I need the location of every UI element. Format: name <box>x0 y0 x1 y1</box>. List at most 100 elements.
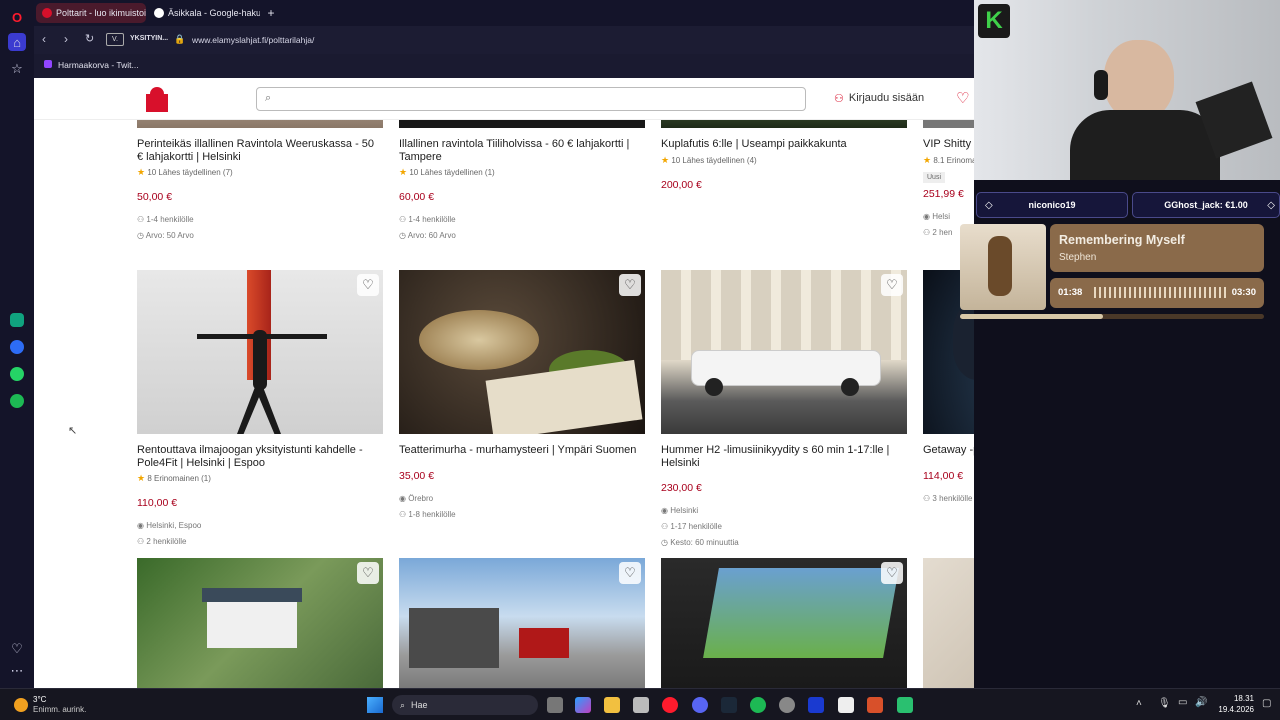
notification-icon[interactable]: ▢ <box>1262 698 1271 709</box>
search-input[interactable]: ⌕ <box>256 87 806 111</box>
product-rating: ★ 10 Lähes täydellinen (1) <box>399 167 495 177</box>
product-title[interactable]: Getaway -pakohuone kolmelle | Tampere <box>923 444 974 457</box>
mouse-cursor-icon: ↖ <box>68 425 78 437</box>
album-art <box>960 224 1046 310</box>
tab-google[interactable]: Äsikkala - Google-haku <box>148 3 260 23</box>
tab-label: Polttarit - luo ikimuistoin <box>56 8 146 18</box>
explorer-icon[interactable] <box>604 697 620 713</box>
product-card[interactable]: ♡ Rentouttava ilmajoogan yksityistunti k… <box>137 270 383 550</box>
start-icon[interactable] <box>367 697 383 713</box>
opera-logo-icon[interactable]: O <box>8 8 26 26</box>
clock-time[interactable]: 18.31 <box>1224 694 1254 703</box>
favorite-button[interactable]: ♡ <box>881 274 903 296</box>
persons-icon: ⚇ 1-4 henkilölle <box>137 215 194 224</box>
messenger-icon[interactable] <box>10 340 24 354</box>
reload-icon[interactable]: ↻ <box>85 32 94 45</box>
kick-logo-icon: K <box>978 4 1010 38</box>
tab-favicon-icon <box>42 8 52 18</box>
steam-icon[interactable] <box>721 697 737 713</box>
song-info: Remembering Myself Stephen <box>1050 224 1264 272</box>
weather-icon <box>14 698 28 712</box>
app-icon[interactable] <box>897 697 913 713</box>
product-meta: ◉ Helsinki ⚇ 1-17 henkilölle ◷ Kesto: 60… <box>661 506 739 547</box>
product-title[interactable]: Illallinen ravintola Tiiliholvissa - 60 … <box>399 138 645 163</box>
product-card[interactable]: ♡ <box>661 558 907 688</box>
taskbar-search[interactable]: ⌕ Hae <box>392 695 538 715</box>
time-elapsed: 01:38 <box>1058 287 1083 298</box>
waveform <box>1094 287 1229 298</box>
time-total: 03:30 <box>1231 287 1256 298</box>
tray-chevron-icon[interactable]: ˄ <box>1136 698 1142 709</box>
twitch-icon <box>44 60 52 68</box>
clock-date[interactable]: 19.4.2026 <box>1214 705 1254 714</box>
favorite-button[interactable]: ♡ <box>357 562 379 584</box>
network-icon[interactable]: ▭ <box>1178 697 1187 708</box>
product-title[interactable]: Perinteikäs illallinen Ravintola Weerusk… <box>137 138 383 163</box>
copilot-icon[interactable] <box>575 697 591 713</box>
obs-icon[interactable] <box>779 697 795 713</box>
product-image: ♡ <box>137 558 383 688</box>
user-icon: ⚇ <box>834 93 844 105</box>
site-header: ⌕ ⚇ Kirjaudu sisään ♡ <box>34 78 974 120</box>
spotify-icon[interactable] <box>10 394 24 408</box>
product-price: 251,99 € <box>923 187 964 200</box>
whatsapp-icon[interactable] <box>10 367 24 381</box>
heart-icon[interactable]: ♡ <box>8 640 26 658</box>
product-image: ♡ <box>399 558 645 688</box>
forward-icon[interactable]: › <box>64 32 68 46</box>
more-icon[interactable]: ⋯ <box>8 662 26 680</box>
lock-icon: 🔒 <box>174 34 186 44</box>
product-card[interactable]: ♡ <box>923 558 974 688</box>
product-price: 50,00 € <box>137 191 173 203</box>
product-title[interactable]: Kuplafutis 6:lle | Useampi paikkakunta <box>661 138 907 151</box>
spotify-icon[interactable] <box>750 697 766 713</box>
web-page: ⌕ ⚇ Kirjaudu sisään ♡ Perinteikäs illall… <box>34 78 974 688</box>
favorite-button[interactable]: ♡ <box>619 562 641 584</box>
product-card[interactable]: ♡ Teatterimurha - murhamysteeri | Ympäri… <box>399 270 645 523</box>
product-title[interactable]: Rentouttava ilmajoogan yksityistunti kah… <box>137 444 383 469</box>
discord-icon[interactable] <box>692 697 708 713</box>
store-icon[interactable] <box>633 697 649 713</box>
app-icon[interactable] <box>838 697 854 713</box>
favorite-button[interactable]: ♡ <box>357 274 379 296</box>
product-image: ♡ <box>399 270 645 434</box>
new-tab-button[interactable]: + <box>262 3 280 23</box>
tab-polttarit[interactable]: Polttarit - luo ikimuistoin <box>36 3 146 23</box>
product-title[interactable]: VIP Shitty Helsinki <box>923 138 974 151</box>
song-title: Remembering Myself <box>1059 233 1185 247</box>
volume-icon[interactable]: 🔊 <box>1195 697 1207 708</box>
speed-dial-icon[interactable]: ☆ <box>8 60 26 78</box>
product-card[interactable]: ♡ Hummer H2 -limusiinikyydity s 60 min 1… <box>661 270 907 551</box>
app-icon[interactable] <box>808 697 824 713</box>
address-bar-row: ‹ › ↻ V. YKSITYIN... 🔒 www.elamyslahjat.… <box>34 26 980 54</box>
product-title[interactable]: Hummer H2 -limusiinikyydity s 60 min 1-1… <box>661 444 907 469</box>
favorite-button[interactable]: ♡ <box>619 274 641 296</box>
weather-text: Enimm. aurink. <box>33 705 87 714</box>
progress-track <box>960 314 1264 319</box>
vpn-badge[interactable]: V. <box>106 33 124 46</box>
product-title[interactable]: Teatterimurha - murhamysteeri | Ympäri S… <box>399 444 645 457</box>
taskview-icon[interactable] <box>547 697 563 713</box>
product-price: 200,00 € <box>661 178 702 191</box>
wishlist-icon[interactable]: ♡ <box>956 89 969 107</box>
chat-pill: GGhost_jack: €1.00 ◇ <box>1132 192 1280 218</box>
product-card[interactable]: ♡ <box>399 558 645 688</box>
favorite-button[interactable]: ♡ <box>881 562 903 584</box>
opera-icon[interactable] <box>662 697 678 713</box>
product-price: 60,00 € <box>399 191 435 203</box>
product-rating: ★ 10 Lähes täydellinen (4) <box>661 154 757 165</box>
url-field[interactable]: www.elamyslahjat.fi/polttarilahja/ <box>192 35 314 45</box>
product-rating: ★ 10 Lähes täydellinen (7) <box>137 167 233 177</box>
login-link[interactable]: ⚇ Kirjaudu sisään <box>834 92 924 105</box>
search-icon: ⌕ <box>265 92 272 104</box>
app-icon[interactable] <box>867 697 883 713</box>
chatgpt-icon[interactable] <box>10 313 24 327</box>
product-meta: ◉ Örebro ⚇ 1-8 henkilölle <box>399 493 456 519</box>
home-icon[interactable]: ⌂ <box>8 33 26 51</box>
microphone-icon[interactable]: 🎙 <box>1158 698 1171 709</box>
private-chip[interactable]: YKSITYIN... <box>130 35 168 42</box>
back-icon[interactable]: ‹ <box>42 32 46 46</box>
product-card[interactable]: ♡ <box>137 558 383 688</box>
site-logo[interactable] <box>144 84 170 114</box>
bookmark-item[interactable]: Harmaakorva - Twit... <box>58 60 139 70</box>
